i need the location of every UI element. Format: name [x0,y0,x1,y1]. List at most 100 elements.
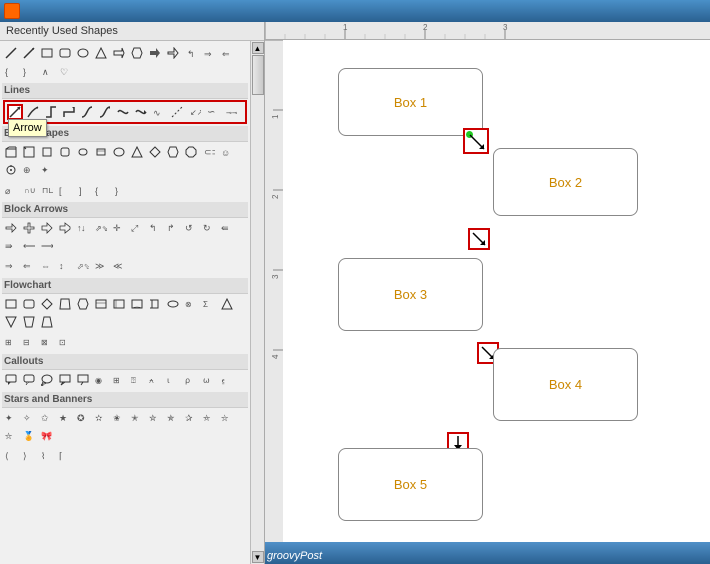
shape-item[interactable] [129,144,145,160]
shape-item[interactable]: 🏅 [21,428,37,444]
shape-item[interactable] [39,45,55,61]
shape-item[interactable]: ☺ [219,144,235,160]
shape-item[interactable] [165,296,181,312]
shape-item[interactable]: ⊗ [183,296,199,312]
shape-item[interactable]: ✫ [93,410,109,426]
shape-item[interactable] [147,45,163,61]
shape-item[interactable] [129,296,145,312]
shape-item[interactable]: ⇐ [21,258,37,274]
canvas-box-3[interactable]: Box 3 [338,258,483,331]
shape-item[interactable] [3,162,19,178]
shape-item[interactable]: ⛥ [219,410,235,426]
shape-item[interactable]: ⇒ [201,45,217,61]
shape-item[interactable]: ♡ [57,63,73,79]
shape-item[interactable] [43,104,59,120]
shape-item[interactable] [133,104,149,120]
shape-item[interactable]: ↰ [183,45,199,61]
shape-item[interactable]: ⍰ [129,372,145,388]
shape-item[interactable] [115,104,131,120]
shape-item[interactable]: ] [75,182,91,198]
shape-item[interactable]: ∧ [39,63,55,79]
shape-item[interactable]: ✯ [165,410,181,426]
shape-item[interactable] [75,144,91,160]
shape-item[interactable]: ⛦ [3,428,19,444]
shape-item[interactable] [93,296,109,312]
canvas-box-5[interactable]: Box 5 [338,448,483,521]
shape-item[interactable]: ✭ [129,410,145,426]
shape-item[interactable]: ∩∪ [21,182,37,198]
shape-item[interactable]: Σ [201,296,217,312]
shape-item[interactable] [75,372,91,388]
shape-item[interactable]: ⟵ [21,238,37,254]
shape-item[interactable] [183,144,199,160]
shapes-scroll-area[interactable]: ↰ ⇒ ⇐ { } ∧ ♡ Lines [0,41,250,564]
shape-item[interactable] [57,144,73,160]
shape-item[interactable] [57,45,73,61]
shape-item[interactable]: ✪ [75,410,91,426]
shape-item[interactable]: ⇔ [39,258,55,274]
shape-item[interactable]: ⇛ [3,238,19,254]
shape-item[interactable]: ⤢ [129,220,145,236]
shape-item[interactable] [39,372,55,388]
shape-item[interactable] [165,45,181,61]
shape-item[interactable]: ✬ [111,410,127,426]
scroll-thumb[interactable] [252,55,264,95]
shape-item[interactable] [3,45,19,61]
shape-item[interactable]: } [21,63,37,79]
shape-item[interactable]: ⬀⬂ [75,258,91,274]
shape-item[interactable] [25,104,41,120]
shape-item[interactable]: ⌈ [57,448,73,464]
shape-item[interactable]: ✩ [39,410,55,426]
shape-item[interactable]: ✰ [183,410,199,426]
canvas-box-4[interactable]: Box 4 [493,348,638,421]
shape-item[interactable]: ⇒ [3,258,19,274]
shape-item[interactable]: ⍷ [219,372,235,388]
shape-item[interactable] [79,104,95,120]
shape-item[interactable]: 🎀 [39,428,55,444]
shape-item[interactable] [21,144,37,160]
shape-item[interactable]: ⇐ [219,45,235,61]
shape-item[interactable] [169,104,185,120]
shape-item[interactable]: ↱ [165,220,181,236]
shape-item[interactable] [21,372,37,388]
shape-item[interactable]: ⍴ [183,372,199,388]
shape-item[interactable]: ↑↓ [75,220,91,236]
shape-item[interactable]: ↕ [57,258,73,274]
shape-item[interactable] [39,144,55,160]
scroll-down-button[interactable]: ▼ [252,551,264,563]
shape-item[interactable]: ⊓⊔ [39,182,55,198]
shape-item[interactable]: ⊕ [21,162,37,178]
canvas-box-1[interactable]: Box 1 [338,68,483,136]
shape-item[interactable] [165,144,181,160]
shape-item[interactable] [21,45,37,61]
shape-item[interactable] [3,372,19,388]
shape-item[interactable]: ✦ [39,162,55,178]
shape-item[interactable]: ↺ [183,220,199,236]
scroll-up-button[interactable]: ▲ [252,42,264,54]
shape-item[interactable]: ✛ [111,220,127,236]
shape-item[interactable]: ★ [57,410,73,426]
shape-item[interactable]: ⍲ [147,372,163,388]
shape-item[interactable]: ✮ [147,410,163,426]
shape-item[interactable]: ⟩ [21,448,37,464]
shape-item[interactable] [129,45,145,61]
shape-item[interactable]: ↻ [201,220,217,236]
shape-item[interactable] [93,45,109,61]
shape-item[interactable] [219,296,235,312]
shape-item[interactable] [75,296,91,312]
shape-item[interactable] [111,45,127,61]
shape-item[interactable]: ✧ [21,410,37,426]
shape-item[interactable] [93,144,109,160]
shape-item[interactable]: ⊠ [39,334,55,350]
shape-item[interactable] [57,372,73,388]
shape-item[interactable]: ≫ [93,258,109,274]
shape-item[interactable] [3,220,19,236]
shape-item[interactable] [147,144,163,160]
shape-item[interactable] [39,296,55,312]
shape-item[interactable]: ⊸⊸ [223,104,239,120]
shape-item[interactable] [3,144,19,160]
shape-item[interactable] [57,296,73,312]
shape-item[interactable]: } [111,182,127,198]
shapes-scrollbar[interactable]: ▲ ▼ [250,41,264,564]
shape-item[interactable]: [ [57,182,73,198]
